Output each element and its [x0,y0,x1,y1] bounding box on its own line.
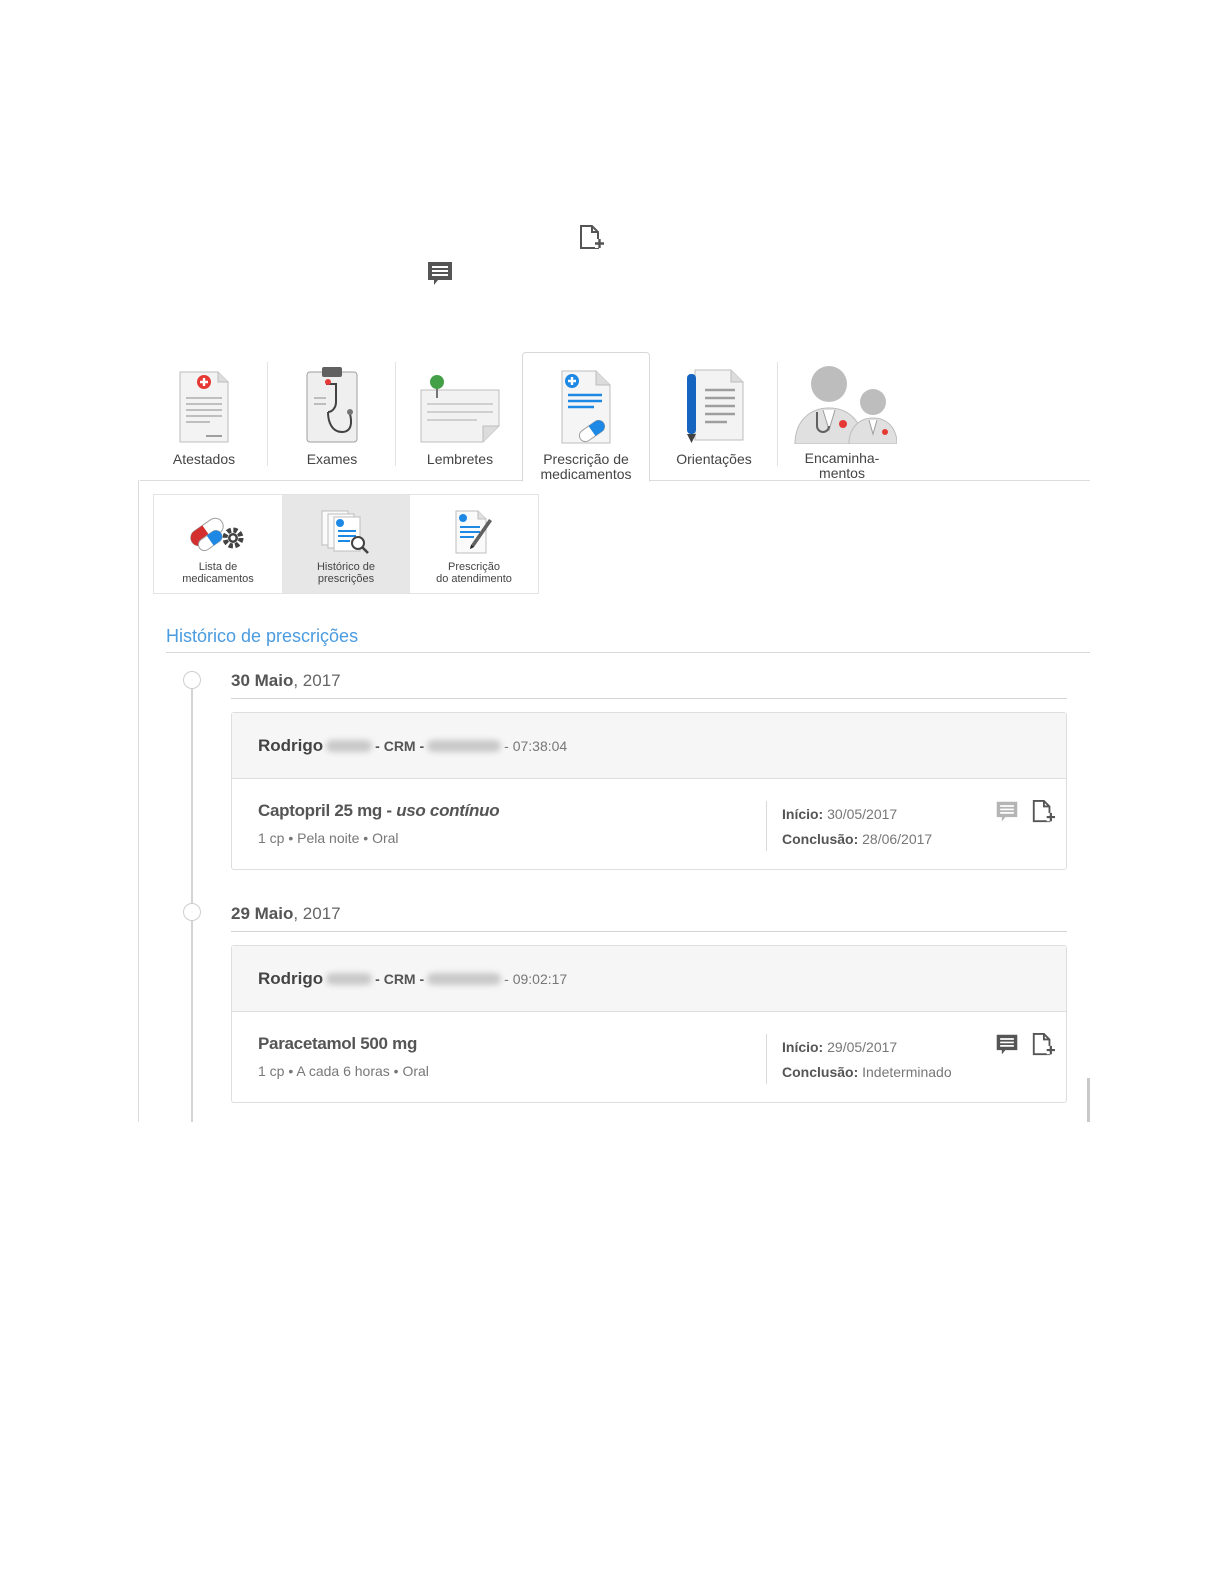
doctor-name: Rodrigo [258,968,324,988]
medication-dosage: 1 cp • A cada 6 horas • Oral [258,1063,429,1079]
timeline-line [191,680,193,1122]
tab-label: Prescrição de medicamentos [540,451,632,482]
prescription-history-search-icon [282,509,410,555]
medication-name: Paracetamol 500 mg [258,1034,418,1053]
tab-label: Atestados [172,451,236,467]
card-header: Rodrigo - CRM - - 09:02:17 [232,946,1066,1012]
top-tab-bar: Atestados Exames Lembretes Prescrição de… [140,352,1090,482]
add-document-icon [578,224,604,257]
tab-prescricao-medicamentos[interactable]: Prescrição de medicamentos [522,352,650,482]
tab-label: Lembretes [426,451,494,467]
add-document-icon[interactable] [1030,1032,1056,1058]
divider [166,652,1090,653]
document-pen-icon [650,366,778,444]
tab-label: Orientações [676,451,752,467]
prescription-edit-icon [410,509,538,555]
tab-lembretes[interactable]: Lembretes [396,352,524,481]
redacted-surname [326,739,373,752]
doctors-icon [778,366,906,444]
comment-icon[interactable] [994,1032,1020,1058]
comment-icon[interactable] [994,799,1020,825]
prescription-icon [523,367,649,445]
subtab-label: Histórico de prescrições [316,561,376,585]
prescription-dates: Início: 30/05/2017 Conclusão: 28/06/2017 [782,806,933,847]
prescription-card: Rodrigo - CRM - - 09:02:17 Paracetamol 5… [231,945,1067,1103]
prescription-time: - 07:38:04 [504,737,568,754]
crm-label: - CRM - [375,970,425,987]
crm-label: - CRM - [375,737,425,754]
redacted-crm [427,739,502,752]
subtab-lista-medicamentos[interactable]: Lista de medicamentos [154,495,282,593]
subtab-label: Prescrição do atendimento [436,561,512,585]
prescription-panel: Lista de medicamentos Histórico de prescri… [138,480,1090,1122]
comment-icon [426,260,454,293]
card-header: Rodrigo - CRM - - 07:38:04 [232,713,1066,779]
subtab-bar: Lista de medicamentos Histórico de prescri… [153,494,539,594]
medication-name: Captopril 25 mg - uso contínuo [258,801,500,820]
tab-label: Exames [306,451,358,467]
divider [231,931,1067,932]
subtab-label: Lista de medicamentos [182,561,254,585]
timeline-dot [183,671,201,689]
subtab-prescricao-atendimento[interactable]: Prescrição do atendimento [410,495,538,593]
redacted-crm [427,972,502,985]
redacted-surname [326,972,373,985]
medication-dosage: 1 cp • Pela noite • Oral [258,830,399,846]
divider [231,698,1067,699]
scrollbar[interactable] [1087,1078,1090,1122]
timeline-date: 29 Maio, 2017 [231,904,341,923]
add-document-icon[interactable] [1030,799,1056,825]
timeline-date: 30 Maio, 2017 [231,671,341,690]
prescription-card: Rodrigo - CRM - - 07:38:04 Captopril 25 … [231,712,1067,870]
tab-atestados[interactable]: Atestados [140,352,268,481]
clipboard-stethoscope-icon [268,366,396,444]
subtab-historico-prescricoes[interactable]: Histórico de prescrições [282,495,410,593]
prescription-time: - 09:02:17 [504,970,568,987]
timeline-dot [183,903,201,921]
pills-gear-icon [154,509,282,555]
doctor-name: Rodrigo [258,735,324,755]
section-title: Histórico de prescrições [166,626,359,646]
certificate-icon [140,366,268,444]
sticky-note-pin-icon [396,366,524,444]
tab-exames[interactable]: Exames [268,352,396,481]
tab-orientacoes[interactable]: Orientações [650,352,778,481]
prescription-dates: Início: 29/05/2017 Conclusão: Indetermin… [782,1039,952,1080]
tab-label: Encaminha-mentos [804,450,880,481]
tab-encaminhamentos[interactable]: Encaminha-mentos [778,352,906,481]
